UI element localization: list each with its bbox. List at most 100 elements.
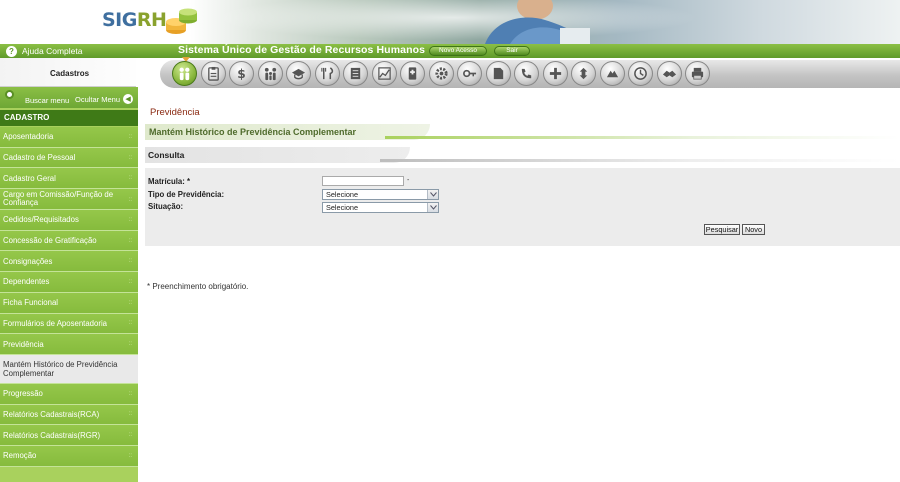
grip-icon: :: xyxy=(128,432,132,439)
section-tab-label: Cadastros xyxy=(50,69,90,78)
grip-icon: :: xyxy=(128,452,132,459)
sidebar-item-label: Relatórios Cadastrais(RCA) xyxy=(3,409,100,419)
help-icon: ? xyxy=(6,45,17,57)
buscar-menu-label: Buscar menu xyxy=(25,96,70,105)
sidebar-item-previdencia[interactable]: Previdência:: xyxy=(0,334,138,355)
sidebar-item-cadastro-de-pessoal[interactable]: Cadastro de Pessoal:: xyxy=(0,147,138,169)
sidebar-item-label: Concessão de Gratificação xyxy=(3,236,97,246)
sidebar-item-label: Cadastro Geral xyxy=(3,173,56,183)
transfer-icon[interactable] xyxy=(571,61,596,86)
consulta-band-bg xyxy=(145,147,410,163)
doctor-icon[interactable] xyxy=(400,61,425,86)
ocultar-menu-label: Ocultar Menu xyxy=(75,94,121,104)
sidebar-item-label: Aposentadoria xyxy=(3,132,54,142)
tipo-previdencia-value: Selecione xyxy=(326,190,359,199)
novo-acesso-button[interactable]: Novo Acesso xyxy=(429,46,487,56)
key-icon[interactable] xyxy=(457,61,482,86)
gear-icon[interactable] xyxy=(428,61,454,86)
sidebar-item-label: Mantém Histórico de Previdência Compleme… xyxy=(3,359,118,378)
people-icon[interactable] xyxy=(172,61,197,86)
handshake-icon[interactable] xyxy=(656,61,682,86)
ocultar-menu-link[interactable]: Ocultar Menu ◀ xyxy=(75,94,134,104)
tipo-previdencia-select[interactable]: Selecione xyxy=(322,189,439,200)
sidebar-item-cedidos-requisitados[interactable]: Cedidos/Requisitados:: xyxy=(0,210,138,231)
family-icon[interactable] xyxy=(257,61,283,86)
required-fields-note: * Preenchimento obrigatório. xyxy=(147,282,249,291)
grip-icon: :: xyxy=(128,411,132,418)
sidebar-item-consignacoes[interactable]: Consignações:: xyxy=(0,251,138,273)
pesquisar-button[interactable]: Pesquisar xyxy=(704,224,740,235)
dollar-icon[interactable]: $ xyxy=(229,61,254,86)
sidebar-item-remocao[interactable]: Remoção:: xyxy=(0,445,138,467)
sidebar-item-label: Cadastro de Pessoal xyxy=(3,153,76,163)
consulta-band-line xyxy=(380,159,900,162)
search-toggle-icon xyxy=(5,90,14,99)
system-title: Sistema Único de Gestão de Recursos Huma… xyxy=(178,44,426,56)
section-tab-cadastros[interactable]: Cadastros xyxy=(0,58,160,87)
sidebar-item-label: Formulários de Aposentadoria xyxy=(3,318,108,328)
page-subtitle: Mantém Histórico de Previdência Compleme… xyxy=(149,127,357,137)
grip-icon: :: xyxy=(128,197,132,204)
consulta-heading: Consulta xyxy=(148,150,185,160)
section-tab-curve xyxy=(136,58,160,87)
sidebar-item-formularios-de-aposentadoria[interactable]: Formulários de Aposentadoria:: xyxy=(0,313,138,335)
clipboard-icon[interactable] xyxy=(200,61,226,86)
matricula-required-mark: - xyxy=(407,177,410,184)
situacao-label: Situação: xyxy=(148,202,184,211)
sidebar-item-ficha-funcional[interactable]: Ficha Funcional:: xyxy=(0,292,138,314)
top-nav-bar: ? Ajuda Completa Sistema Único de Gestão… xyxy=(0,44,900,58)
sidebar-header: CADASTRO xyxy=(0,110,138,126)
module-icons: $ xyxy=(172,61,710,86)
phone-icon[interactable] xyxy=(514,61,539,86)
sidebar-item-concessao-de-gratificacao[interactable]: Concessão de Gratificação:: xyxy=(0,230,138,252)
consulta-band: Consulta xyxy=(145,147,900,163)
subtitle-band: Mantém Histórico de Previdência Compleme… xyxy=(145,124,900,140)
matricula-input[interactable] xyxy=(322,176,404,186)
sidebar-item-label: Consignações xyxy=(3,256,53,266)
tipo-previdencia-label: Tipo de Previdência: xyxy=(148,190,225,199)
grip-icon: :: xyxy=(128,175,132,182)
grip-icon: :: xyxy=(128,390,132,397)
sidebar-menu: Aposentadoria:: Cadastro de Pessoal:: Ca… xyxy=(0,127,138,467)
sidebar-item-progressao[interactable]: Progressão:: xyxy=(0,383,138,405)
page-icon[interactable] xyxy=(485,61,511,86)
sidebar: Buscar menu Ocultar Menu ◀ CADASTRO Apos… xyxy=(0,87,138,482)
sidebar-item-label: Previdência xyxy=(3,339,44,349)
sair-button[interactable]: Sair xyxy=(494,46,530,56)
sidebar-item-label: Cedidos/Requisitados xyxy=(3,215,79,225)
sidebar-item-label: Cargo em Comissão/Função de Confiança xyxy=(3,190,114,208)
tools-icon[interactable] xyxy=(314,61,340,86)
sidebar-item-aposentadoria[interactable]: Aposentadoria:: xyxy=(0,127,138,148)
situacao-select[interactable]: Selecione xyxy=(322,202,439,213)
grip-icon: :: xyxy=(128,133,132,140)
sidebar-item-relatorios-rca[interactable]: Relatórios Cadastrais(RCA):: xyxy=(0,404,138,426)
document-icon[interactable] xyxy=(343,61,368,86)
sigrh-logo: SIGRH xyxy=(102,9,167,31)
sidebar-item-cargo-em-comissao[interactable]: Cargo em Comissão/Função de Confiança:: xyxy=(0,189,138,211)
clock-icon[interactable] xyxy=(628,61,653,86)
sidebar-item-cadastro-geral[interactable]: Cadastro Geral:: xyxy=(0,168,138,190)
grip-icon: :: xyxy=(128,216,132,223)
chevron-down-icon xyxy=(427,190,438,199)
chart-icon[interactable] xyxy=(371,61,397,86)
chevron-left-icon: ◀ xyxy=(123,94,134,104)
banner-photo xyxy=(485,0,590,44)
graduation-cap-icon[interactable] xyxy=(286,61,311,86)
matricula-label: Matrícula: * xyxy=(148,177,191,186)
search-form xyxy=(145,168,900,246)
grip-icon: :: xyxy=(128,299,132,306)
novo-button[interactable]: Novo xyxy=(742,224,765,235)
grip-icon: :: xyxy=(128,154,132,161)
help-link-label: Ajuda Completa xyxy=(22,46,83,56)
sidebar-item-label: Progressão xyxy=(3,389,43,399)
database-logo-icon xyxy=(166,8,197,34)
plus-icon[interactable] xyxy=(542,61,568,86)
sidebar-subitem-mantem-historico[interactable]: Mantém Histórico de Previdência Compleme… xyxy=(0,354,138,384)
sidebar-item-relatorios-rgr[interactable]: Relatórios Cadastrais(RGR):: xyxy=(0,425,138,446)
sidebar-item-dependentes[interactable]: Dependentes:: xyxy=(0,272,138,293)
buscar-menu-link[interactable]: Buscar menu xyxy=(5,90,69,105)
help-link[interactable]: ? Ajuda Completa xyxy=(6,45,82,57)
printer-icon[interactable] xyxy=(685,61,710,86)
hands-icon[interactable] xyxy=(599,61,625,86)
grip-icon: :: xyxy=(128,258,132,265)
